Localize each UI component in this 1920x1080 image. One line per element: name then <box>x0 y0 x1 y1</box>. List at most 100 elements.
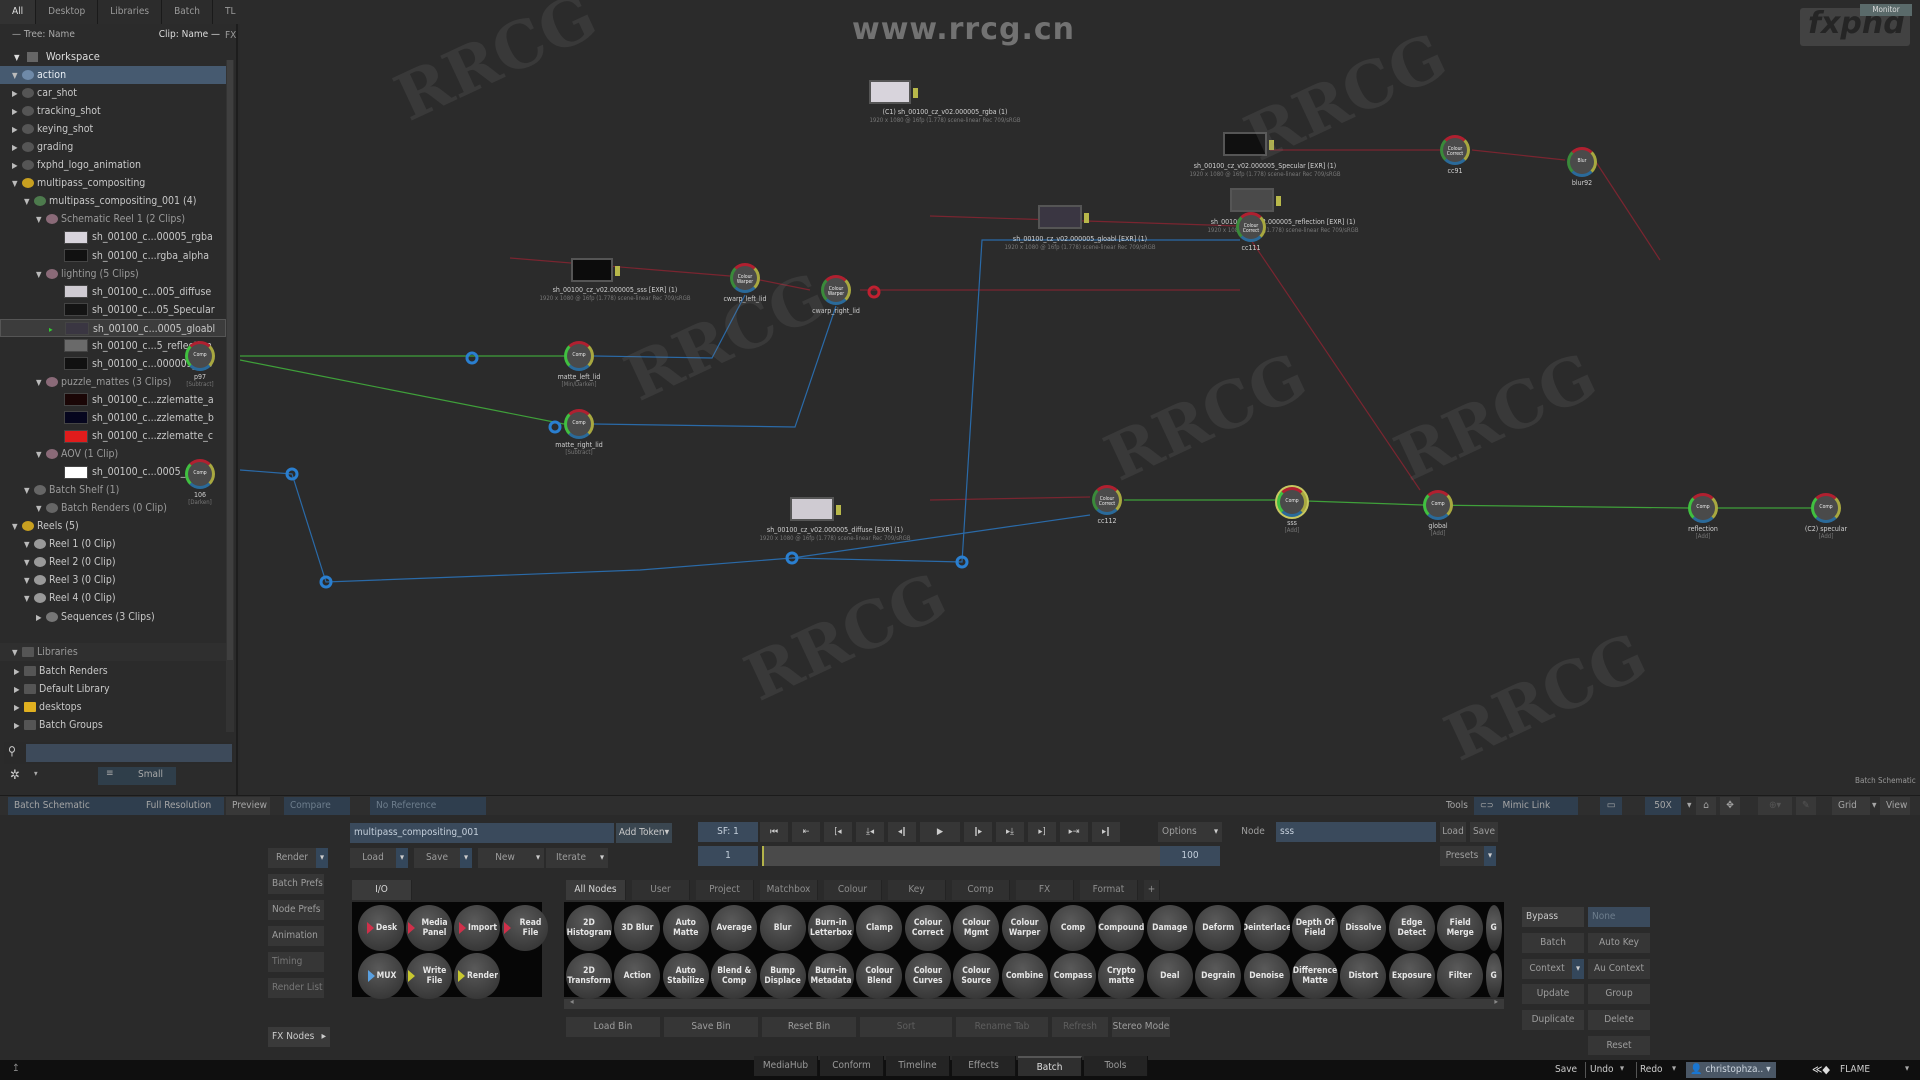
output-port[interactable] <box>1269 140 1274 150</box>
bin-tab-matchbox[interactable]: Matchbox <box>760 880 818 900</box>
fit-frame-button[interactable]: ▭ <box>1600 797 1622 815</box>
reset-button[interactable]: Reset <box>1588 1036 1650 1056</box>
delete-button[interactable]: Delete <box>1588 1010 1650 1030</box>
load-dropdown-icon[interactable]: ▾ <box>396 848 408 868</box>
node-deal[interactable]: Deal <box>1146 953 1193 999</box>
node-g[interactable]: G <box>1485 905 1502 951</box>
global-save-button[interactable]: Save <box>1555 1064 1577 1075</box>
bin-tab-comp[interactable]: Comp <box>952 880 1010 900</box>
zoom-field[interactable]: 50X <box>1645 797 1681 815</box>
user-menu[interactable]: 👤 christophza.. ▾ <box>1686 1062 1776 1078</box>
node-deinterlace[interactable]: Deinterlace <box>1243 905 1290 951</box>
update-button[interactable]: Update <box>1522 984 1584 1004</box>
rename-tab-button[interactable]: Rename Tab <box>956 1017 1048 1037</box>
pencil-icon[interactable]: ✎ <box>1796 797 1816 815</box>
batch-prefs-button[interactable]: Batch Prefs <box>268 874 324 894</box>
link-elbow-dot-red[interactable] <box>867 285 881 299</box>
link-blue[interactable] <box>593 305 837 428</box>
preview-button[interactable]: Preview <box>226 797 270 815</box>
step-back-icon[interactable]: ◂‖ <box>888 822 916 842</box>
new-dropdown-icon[interactable]: ▾ <box>532 848 544 868</box>
main-tab-mediahub[interactable]: MediaHub <box>754 1056 818 1076</box>
fx-nodes-button[interactable]: FX Nodes ▸ <box>268 1027 330 1047</box>
node-burn-in-metadata[interactable]: Burn-in Metadata <box>808 953 854 999</box>
context-dropdown-icon[interactable]: ▾ <box>1572 959 1584 979</box>
options-button[interactable]: Options <box>1158 822 1210 842</box>
node-damage[interactable]: Damage <box>1146 905 1193 951</box>
node-burn-in-letterbox[interactable]: Burn-in Letterbox <box>808 905 854 951</box>
stereo-mode-button[interactable]: Stereo Mode <box>1112 1017 1170 1037</box>
fx-node-comp106[interactable]: Comp <box>185 459 215 489</box>
tree-item[interactable]: ▶ tracking_shot <box>0 102 226 120</box>
expand-triangle-icon[interactable]: ▶ <box>12 139 22 156</box>
tab-desktop[interactable]: Desktop <box>36 0 99 24</box>
collapse-triangle-icon[interactable]: ▼ <box>36 211 46 228</box>
bypass-button[interactable]: Bypass <box>1522 907 1584 927</box>
bin-tab-key[interactable]: Key <box>888 880 946 900</box>
batch-schematic[interactable]: www.rrcg.cn fxphd Monitor Batch Schemati… <box>185 0 1920 795</box>
timing-button[interactable]: Timing <box>268 952 324 972</box>
bypass-mode-field[interactable]: None <box>1588 907 1650 927</box>
fx-node-sss_comp[interactable]: Comp <box>1277 487 1307 517</box>
collapse-triangle-icon[interactable]: ▼ <box>24 554 34 571</box>
options-dropdown-icon[interactable]: ▾ <box>1210 822 1222 842</box>
scroll-right-icon[interactable]: ▸ <box>1494 997 1498 1006</box>
redo-dropdown-icon[interactable]: ▾ <box>1672 1064 1676 1074</box>
fx-node-matte_left[interactable]: Comp <box>564 341 594 371</box>
link-blue[interactable] <box>240 469 1091 583</box>
clip-item[interactable]: sh_00100_c...zzlematte_b <box>0 409 226 427</box>
bin-tab--[interactable]: + <box>1144 880 1160 900</box>
clip-item[interactable]: sh_00100_c...05_Specular <box>0 301 226 319</box>
main-tab-conform[interactable]: Conform <box>820 1056 884 1076</box>
link-red[interactable] <box>509 257 731 277</box>
grid-dropdown-icon[interactable]: ▾ <box>1866 797 1878 815</box>
node-denoise[interactable]: Denoise <box>1243 953 1290 999</box>
reference-button[interactable]: No Reference <box>370 797 486 815</box>
clip-sort-label[interactable]: Clip: Name — <box>159 24 220 46</box>
io-node-desk[interactable]: Desk <box>358 905 404 951</box>
node-auto-matte[interactable]: Auto Matte <box>662 905 709 951</box>
main-tab-timeline[interactable]: Timeline <box>886 1056 950 1076</box>
node-blur[interactable]: Blur <box>759 905 806 951</box>
start-frame-field[interactable]: SF: 1 <box>698 822 758 842</box>
bin-tab-fx[interactable]: FX <box>1016 880 1074 900</box>
clip-item[interactable]: sh_00100_c...zzlematte_a <box>0 391 226 409</box>
expand-triangle-icon[interactable]: ▶ <box>12 121 22 138</box>
io-node-read-file[interactable]: Read File <box>502 905 548 951</box>
fx-node-cwarp_right[interactable]: Colour Warper <box>821 275 851 305</box>
collapse-triangle-icon[interactable]: ▼ <box>36 446 46 463</box>
collapse-triangle-icon[interactable]: ▼ <box>12 67 22 84</box>
save-bin-button[interactable]: Save Bin <box>664 1017 758 1037</box>
tab-batch[interactable]: Batch <box>162 0 213 24</box>
main-tab-batch[interactable]: Batch <box>1018 1056 1082 1076</box>
next-keyframe-icon[interactable]: ▸⇥ <box>1060 822 1088 842</box>
node-2d-histogram[interactable]: 2D Histogram <box>566 905 612 951</box>
refresh-button[interactable]: Refresh <box>1052 1017 1108 1037</box>
group-button[interactable]: Group <box>1588 984 1650 1004</box>
compare-button[interactable]: Compare Off <box>284 797 350 829</box>
load-batch-button[interactable]: Load <box>350 848 396 868</box>
presets-button[interactable]: Presets <box>1440 846 1484 866</box>
fx-node-cc111[interactable]: Colour Correct <box>1236 212 1266 242</box>
node-degrain[interactable]: Degrain <box>1195 953 1242 999</box>
bin-tab-user[interactable]: User <box>632 880 690 900</box>
collapse-triangle-icon[interactable]: ▼ <box>36 266 46 283</box>
tree-item[interactable]: ▶ Sequences (3 Clips) <box>0 608 226 626</box>
bin-tab-format[interactable]: Format <box>1080 880 1138 900</box>
go-to-end-icon[interactable]: ▸‖ <box>1092 822 1120 842</box>
collapse-triangle-icon[interactable]: ▼ <box>24 482 34 499</box>
tree-item[interactable]: ▼ Reel 3 (0 Clip) <box>0 571 226 589</box>
link-green[interactable] <box>240 359 565 425</box>
render-dropdown-icon[interactable]: ▾ <box>316 848 328 868</box>
auto-key-button[interactable]: Auto Key <box>1588 933 1650 953</box>
main-tab-tools[interactable]: Tools <box>1084 1056 1148 1076</box>
monitor-label[interactable]: Monitor <box>1860 4 1912 16</box>
fx-node-blur92[interactable]: Blur <box>1567 147 1597 177</box>
step-forward-icon[interactable]: ‖▸ <box>964 822 992 842</box>
batch-button[interactable]: Batch <box>1522 933 1584 953</box>
node-comp[interactable]: Comp <box>1050 905 1096 951</box>
library-item[interactable]: ▶ Default Library <box>0 680 226 698</box>
tree-item[interactable]: ▼ Reel 1 (0 Clip) <box>0 535 226 553</box>
gear-dropdown-icon[interactable]: ▾ <box>34 769 38 778</box>
fx-node-specular_comp[interactable]: Comp <box>1811 493 1841 523</box>
